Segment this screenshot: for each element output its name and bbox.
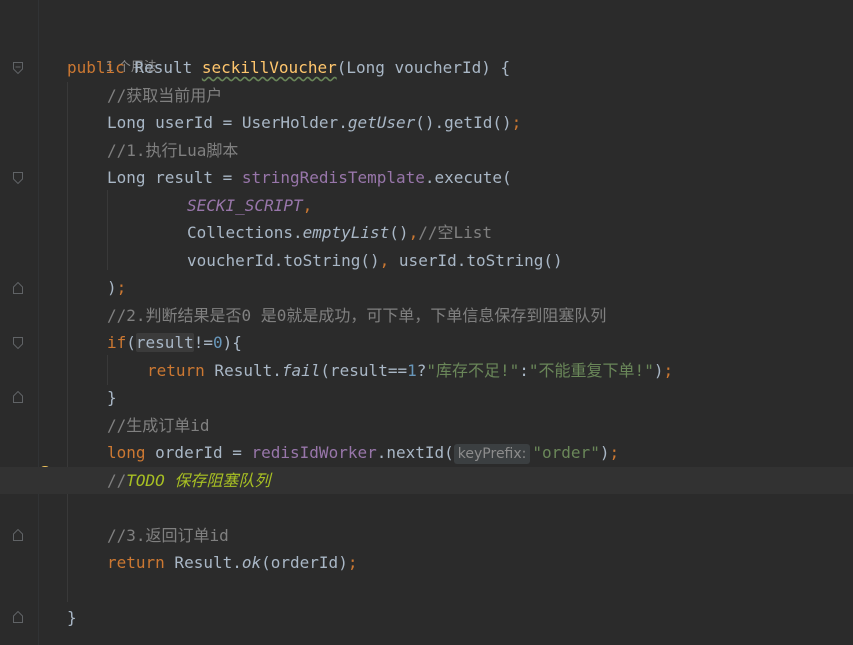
fold-marker-icon[interactable]: [13, 529, 23, 541]
code-token: Result.: [164, 553, 242, 572]
code-token: emptyList: [302, 223, 390, 242]
comment: //2.判断结果是否0 是0就是成功，可下单，下单信息保存到阻塞队列: [107, 306, 607, 325]
semicolon: ;: [663, 361, 674, 380]
code-line: return Result.ok(orderId);: [67, 549, 853, 576]
comment: //获取当前用户: [107, 86, 223, 105]
semicolon: ;: [116, 278, 127, 297]
keyword: long: [107, 443, 146, 462]
code-line: if(result!=0){: [67, 329, 853, 356]
string-literal: "库存不足!": [426, 361, 520, 380]
code-line: Collections.emptyList(),//空List: [67, 219, 853, 246]
method-name: seckillVoucher: [201, 58, 337, 77]
code-token: :: [519, 361, 529, 380]
fold-marker-icon[interactable]: [13, 391, 23, 403]
code-token: }: [107, 388, 117, 407]
code-token: ){: [222, 333, 242, 352]
code-line: //获取当前用户: [67, 82, 853, 109]
comment: //1.执行Lua脚本: [107, 141, 239, 160]
field: redisIdWorker: [251, 443, 377, 462]
comment: //: [107, 471, 127, 490]
code-token: .execute(: [424, 168, 512, 187]
code-token: Result: [124, 58, 202, 77]
code-token: ok: [241, 553, 262, 572]
highlighted-variable: result: [135, 333, 194, 352]
code-token: fail: [281, 361, 321, 380]
code-token: (: [126, 333, 136, 352]
code-line: Long result = stringRedisTemplate.execut…: [67, 164, 853, 191]
code-token: }: [67, 608, 77, 627]
code-token: (orderId): [261, 553, 348, 572]
fold-marker-icon[interactable]: [13, 282, 23, 294]
code-line: }: [67, 384, 853, 411]
code-token: .nextId(: [376, 443, 454, 462]
code-token: getUser: [347, 113, 416, 132]
comment: //生成订单id: [107, 416, 210, 435]
code-line: return Result.fail(result==1?"库存不足!":"不能…: [67, 357, 853, 384]
code-line: //1.执行Lua脚本: [67, 137, 853, 164]
parameter-hint: keyPrefix:: [453, 444, 531, 464]
code-token: (Long voucherId) {: [336, 58, 511, 77]
comment: //空List: [418, 223, 493, 242]
editor-gutter: [0, 0, 40, 645]
keyword: return: [107, 553, 165, 572]
code-line: }: [67, 604, 853, 631]
number: 0: [212, 333, 223, 352]
semicolon: ;: [347, 553, 358, 572]
string-literal: "order": [532, 443, 600, 462]
code-token: !=: [193, 333, 213, 352]
fold-marker-icon[interactable]: [13, 611, 23, 623]
todo-comment: TODO 保存阻塞队列: [126, 471, 271, 490]
gutter-divider: [38, 0, 39, 645]
code-line: public Result seckillVoucher(Long vouche…: [67, 54, 853, 81]
code-line: 1 个用法: [67, 27, 853, 75]
comma: ,: [379, 251, 399, 270]
code-token: ): [107, 278, 117, 297]
code-token: Collections.: [187, 223, 303, 242]
code-token: (): [389, 223, 409, 242]
semicolon: ;: [609, 443, 620, 462]
code-line: long orderId = redisIdWorker.nextId(keyP…: [67, 439, 853, 466]
code-token: Result.: [204, 361, 282, 380]
keyword: if: [107, 333, 127, 352]
code-line-current: //TODO 保存阻塞队列: [0, 467, 853, 494]
code-token: ().getId(): [415, 113, 512, 132]
comma: ,: [302, 196, 313, 215]
comma: ,: [408, 223, 419, 242]
code-token: Long result =: [107, 168, 242, 187]
code-token: Long userId = UserHolder.: [107, 113, 348, 132]
code-token: orderId =: [145, 443, 252, 462]
code-token: ?: [416, 361, 427, 380]
code-line: //2.判断结果是否0 是0就是成功，可下单，下单信息保存到阻塞队列: [67, 302, 853, 329]
fold-marker-icon[interactable]: [13, 337, 23, 349]
code-line: SECKI_SCRIPT,: [67, 192, 853, 219]
number: 1: [407, 361, 417, 380]
code-token: voucherId.toString(): [187, 251, 380, 270]
fold-marker-icon[interactable]: [13, 62, 23, 74]
code-line: //生成订单id: [67, 412, 853, 439]
code-token: userId.toString(): [398, 251, 563, 270]
fold-marker-icon[interactable]: [13, 172, 23, 184]
code-line: );: [67, 274, 853, 301]
string-literal: "不能重复下单!": [528, 361, 654, 380]
field: stringRedisTemplate: [241, 168, 425, 187]
code-line: Long userId = UserHolder.getUser().getId…: [67, 109, 853, 136]
static-field: SECKI_SCRIPT: [187, 196, 303, 215]
comment: //3.返回订单id: [107, 526, 229, 545]
keyword: return: [147, 361, 205, 380]
semicolon: ;: [511, 113, 522, 132]
keyword: public: [67, 58, 125, 77]
code-line: //3.返回订单id: [67, 522, 853, 549]
code-token: (result==: [320, 361, 408, 380]
code-line: voucherId.toString(), userId.toString(): [67, 247, 853, 274]
